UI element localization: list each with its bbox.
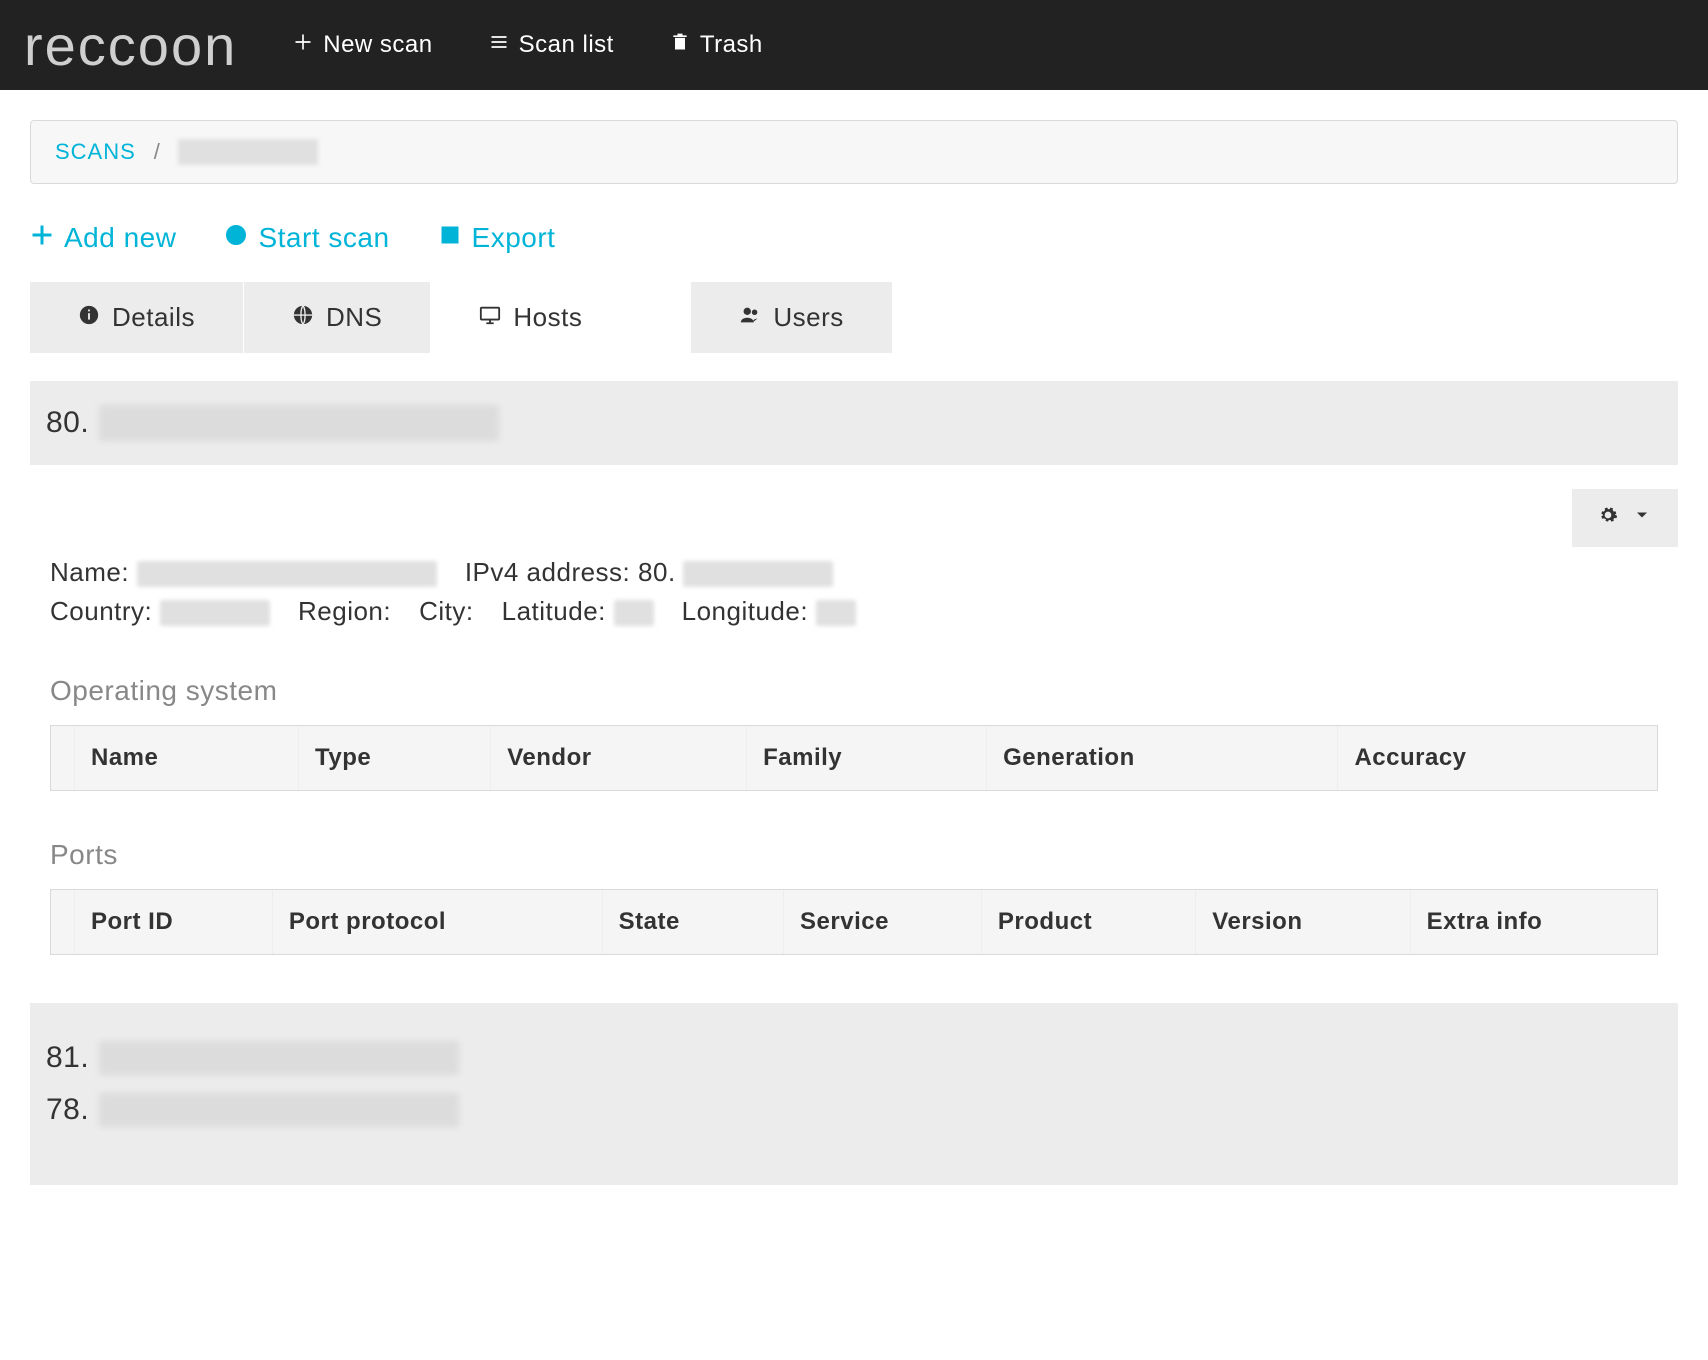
gear-icon [1598,505,1618,531]
nav-new-scan-label: New scan [323,31,432,59]
os-table-head: Name Type Vendor Family Generation Accur… [51,726,1657,790]
host-row[interactable]: 78. [46,1093,1662,1127]
topbar: reccoon New scan Scan list Trash [0,0,1708,90]
country-label: Country: [50,596,152,626]
top-links: New scan Scan list Trash [293,31,763,59]
add-new-button[interactable]: Add new [30,222,176,254]
tab-dns[interactable]: DNS [244,282,430,353]
start-scan-button[interactable]: Start scan [224,222,389,254]
ports-section-title: Ports [30,839,1678,871]
longitude-label: Longitude: [682,596,808,626]
host-ip-prefix: 80. [46,406,89,440]
host-actions-dropdown[interactable] [1572,489,1678,547]
nav-scan-list[interactable]: Scan list [489,31,614,59]
os-col-name: Name [75,726,299,790]
logo: reccoon [24,13,237,78]
ports-col-product: Product [982,890,1196,954]
host-ip-prefix: 78. [46,1093,89,1127]
list-icon [489,31,509,59]
ports-col-version: Version [1196,890,1410,954]
ports-col-id: Port ID [75,890,273,954]
name-label: Name: [50,557,129,587]
export-label: Export [472,222,556,254]
host-ip-redacted [99,1041,459,1075]
export-icon [438,222,462,254]
nav-trash-label: Trash [700,31,763,59]
os-col-handle [51,726,75,790]
host-actions-row [30,489,1678,547]
latitude-value-redacted [614,600,654,626]
os-col-type: Type [299,726,491,790]
host-info: Name: IPv4 address: 80. Country: Region:… [30,557,1678,627]
latitude-label: Latitude: [502,596,606,626]
breadcrumb: SCANS / [30,120,1678,184]
tab-hosts-label: Hosts [513,302,582,333]
caret-down-icon [1632,505,1652,531]
users-icon [739,302,761,333]
collapsed-host-list: 81. 78. [30,1003,1678,1185]
ports-table: Port ID Port protocol State Service Prod… [50,889,1658,955]
plus-icon [293,31,313,59]
ipv4-prefix: 80. [638,557,676,587]
os-table: Name Type Vendor Family Generation Accur… [50,725,1658,791]
page: SCANS / Add new Start scan Export [0,90,1708,1215]
os-col-vendor: Vendor [491,726,747,790]
os-col-accuracy: Accuracy [1338,726,1657,790]
ports-col-state: State [603,890,784,954]
tab-details[interactable]: Details [30,282,243,353]
os-section-title: Operating system [30,675,1678,707]
tabs: Details DNS Hosts Users [30,282,1678,353]
nav-trash[interactable]: Trash [670,31,763,59]
region-label: Region: [298,596,391,627]
os-col-generation: Generation [987,726,1338,790]
export-button[interactable]: Export [438,222,556,254]
name-value-redacted [137,561,437,587]
info-icon [78,302,100,333]
ports-col-extra: Extra info [1411,890,1657,954]
ports-col-protocol: Port protocol [273,890,603,954]
tab-dns-label: DNS [326,302,382,333]
host-header[interactable]: 80. [30,381,1678,465]
plus-icon [30,222,54,254]
nav-scan-list-label: Scan list [519,31,614,59]
tab-users[interactable]: Users [691,282,891,353]
os-col-family: Family [747,726,987,790]
add-new-label: Add new [64,222,176,254]
host-row[interactable]: 81. [46,1041,1662,1075]
tab-hosts[interactable]: Hosts [431,282,630,353]
city-label: City: [419,596,474,627]
nav-new-scan[interactable]: New scan [293,31,432,59]
target-icon [224,222,248,254]
start-scan-label: Start scan [258,222,389,254]
host-ip-prefix: 81. [46,1041,89,1075]
ports-table-head: Port ID Port protocol State Service Prod… [51,890,1657,954]
trash-icon [670,31,690,59]
ports-col-service: Service [784,890,982,954]
host-ip-redacted [99,405,499,441]
country-value-redacted [160,600,270,626]
breadcrumb-separator: / [154,139,161,165]
breadcrumb-root[interactable]: SCANS [55,139,136,165]
host-ip-redacted [99,1093,459,1127]
breadcrumb-current-redacted [178,139,318,165]
monitor-icon [479,302,501,333]
action-row: Add new Start scan Export [30,222,1678,254]
tab-users-label: Users [773,302,843,333]
tab-details-label: Details [112,302,195,333]
longitude-value-redacted [816,600,856,626]
globe-icon [292,302,314,333]
ipv4-value-redacted [683,561,833,587]
ipv4-label: IPv4 address: [465,557,630,587]
ports-col-handle [51,890,75,954]
